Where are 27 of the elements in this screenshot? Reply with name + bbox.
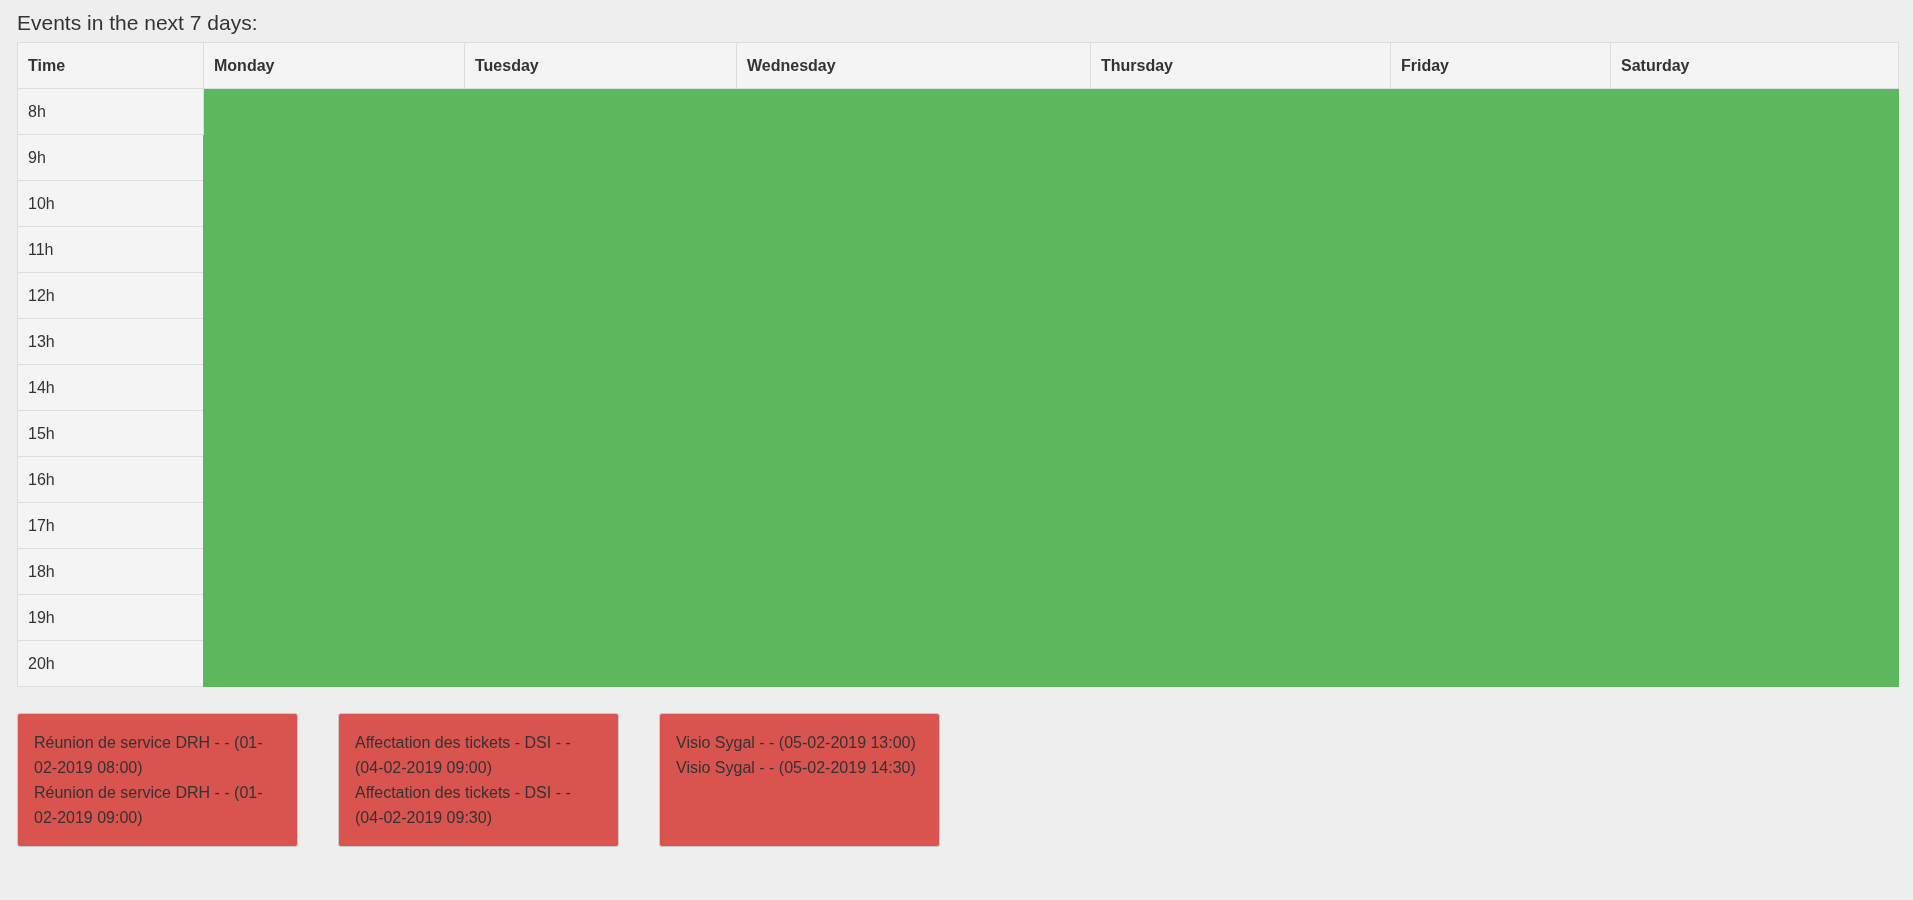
event-text: Visio Sygal - - (05-02-2019 13:00) [676,733,917,753]
column-header: Wednesday [736,42,1091,89]
time-cell: 10h [17,180,204,227]
time-cell: 20h [17,640,204,687]
time-cell: 18h [17,548,204,595]
column-header: Tuesday [464,42,737,89]
event-text: Affectation des tickets - DSI - - (04-02-2019 09:00) [355,733,572,778]
event-text: Visio Sygal - - (05-02-2019 14:30) [676,758,917,778]
time-cell: 8h [17,88,204,135]
heading: Events in the next 7 days: [17,10,258,36]
time-cell: 11h [17,226,204,273]
column-header: Thursday [1090,42,1391,89]
event-text: Réunion de service DRH - - (01-02-2019 08:00) [34,733,264,778]
time-cell: 9h [17,134,204,181]
time-cell: 13h [17,318,204,365]
time-cell: 14h [17,364,204,411]
column-header: Monday [203,42,465,89]
column-header: Saturday [1610,42,1899,89]
time-cell: 19h [17,594,204,641]
event-text: Affectation des tickets - DSI - - (04-02-2019 09:30) [355,783,572,828]
event-text: Réunion de service DRH - - (01-02-2019 09:00) [34,783,264,828]
time-cell: 16h [17,456,204,503]
column-header: Friday [1390,42,1611,89]
time-cell: 17h [17,502,204,549]
time-cell: 12h [17,272,204,319]
column-header: Time [17,42,204,89]
time-cell: 15h [17,410,204,457]
